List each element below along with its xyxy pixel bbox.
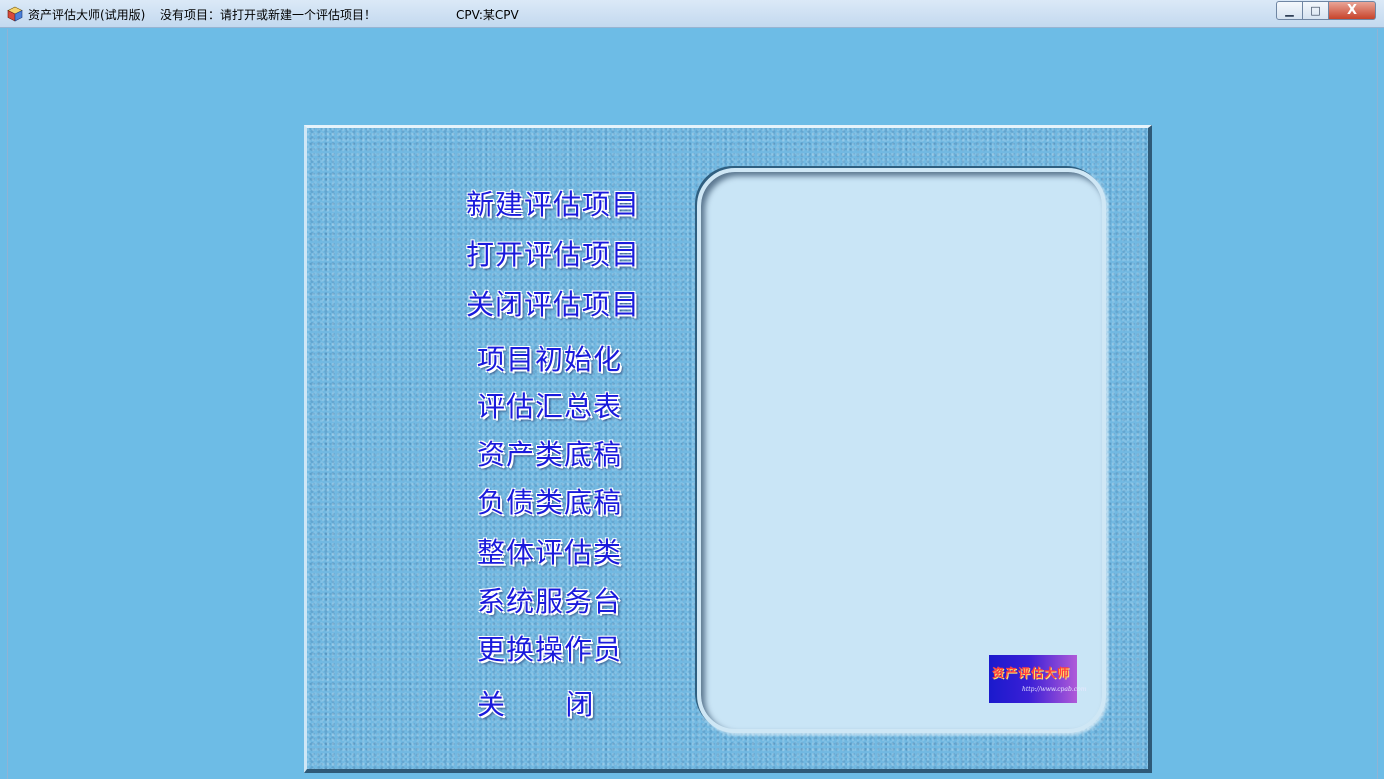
app-cube-icon [7,6,23,22]
menu-asset-drafts[interactable]: 资产类底稿 [477,433,622,473]
menu-system-service[interactable]: 系统服务台 [477,580,622,620]
logo-url: http://www.cpab.com [1022,686,1087,693]
menu-overall-valuation[interactable]: 整体评估类 [477,531,622,571]
menu-change-operator[interactable]: 更换操作员 [477,628,622,668]
application-window: 资产评估大师(试用版) 没有项目：请打开或新建一个评估项目！ CPV:某CPV … [0,0,1384,779]
minimize-icon: ▁ [1285,4,1294,17]
menu-exit[interactable]: 关 闭 [477,683,594,723]
menu-new-project[interactable]: 新建评估项目 [466,183,640,223]
minimize-button[interactable]: ▁ [1276,1,1303,20]
brand-logo: 资产评估大师 http://www.cpab.com [989,655,1086,703]
close-icon: X [1346,3,1358,18]
menu-summary-table[interactable]: 评估汇总表 [477,385,622,425]
logo-title: 资产评估大师 [992,666,1071,680]
app-title: 资产评估大师(试用版) [28,8,146,22]
menu-open-project[interactable]: 打开评估项目 [466,233,640,273]
project-status-text: 没有项目：请打开或新建一个评估项目！ [160,8,377,22]
close-button[interactable]: X [1328,1,1376,20]
menu-project-init[interactable]: 项目初始化 [477,338,622,378]
menu-close-project[interactable]: 关闭评估项目 [466,283,640,323]
maximize-button[interactable]: □ [1302,1,1329,20]
display-area [697,168,1106,733]
menu-liability-drafts[interactable]: 负债类底稿 [477,481,622,521]
cpv-label: CPV:某CPV [456,8,519,22]
maximize-icon: □ [1310,4,1321,17]
title-bar[interactable]: 资产评估大师(试用版) 没有项目：请打开或新建一个评估项目！ CPV:某CPV … [0,0,1384,28]
